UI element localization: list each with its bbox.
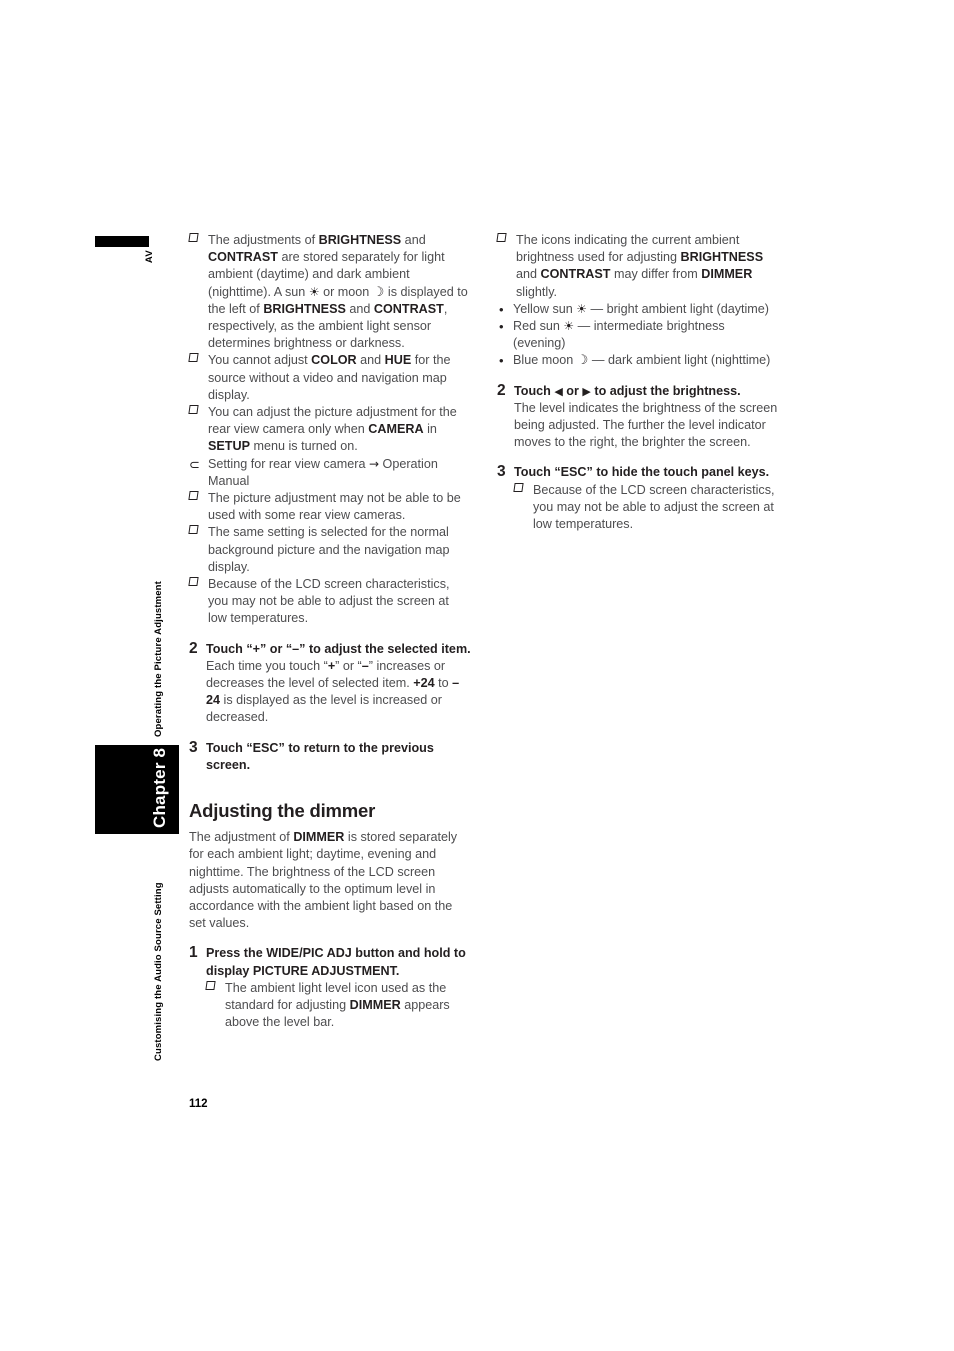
step-right-3: 3 Touch “ESC” to hide the touch panel ke… <box>497 463 779 534</box>
step-number: 2 <box>497 381 506 399</box>
note-item: The adjustments of BRIGHTNESS and CONTRA… <box>188 232 471 352</box>
margin-tab-av: AV <box>144 250 155 264</box>
list-item: • Yellow sun ☀ — bright ambient light (da… <box>499 301 769 317</box>
right-notes-top: The icons indicating the current ambient… <box>496 232 779 301</box>
manual-page: AV Operating the Picture Adjustment Chap… <box>0 0 954 1351</box>
step-title: Touch ◀ or ▶ to adjust the brightness. <box>514 383 741 398</box>
step-number: 3 <box>189 738 198 756</box>
tri-icon: ▶ <box>582 384 591 398</box>
dot-bullet-icon: • <box>499 301 504 317</box>
section-intro: The adjustment of DIMMER is stored separ… <box>189 830 458 931</box>
square-bullet-icon <box>205 980 221 997</box>
right-column: The icons indicating the current ambient… <box>496 232 779 534</box>
running-head-lower: Customising the Audio Source Setting <box>153 882 164 1061</box>
step-notes: The ambient light level icon used as the… <box>205 980 471 1032</box>
dot-bullet-icon: • <box>499 319 504 335</box>
arrow-icon: → <box>368 456 380 471</box>
step-left-3: 3 Touch “ESC” to return to the previous … <box>189 738 471 774</box>
note-item: The same setting is selected for the nor… <box>188 524 471 576</box>
square-bullet-icon <box>188 232 204 249</box>
square-bullet-icon <box>188 576 204 593</box>
note-item: The picture adjustment may not be able t… <box>188 490 471 524</box>
step-number: 3 <box>497 463 506 481</box>
note-item: ⊃ Setting for rear view camera → Operatio… <box>189 456 438 488</box>
step-left-1: 1 Press the WIDE/PIC ADJ button and hold… <box>189 944 471 1032</box>
sun-icon: ☀ <box>308 284 320 299</box>
reference-arrow-icon: ⊃ <box>189 456 200 472</box>
chapter-tab-label: Chapter 8 <box>150 747 169 828</box>
list-item: • Red sun ☀ — intermediate brightness (ev… <box>499 319 725 351</box>
square-bullet-icon <box>496 232 512 249</box>
square-bullet-icon <box>188 490 204 507</box>
step-title: Touch “+” or “–” to adjust the selected … <box>206 641 471 656</box>
square-bullet-icon <box>188 524 204 541</box>
square-bullet-icon <box>513 482 529 499</box>
note-item: You can adjust the picture adjustment fo… <box>188 404 471 456</box>
note-item: You cannot adjust COLOR and HUE for the … <box>188 352 471 404</box>
left-notes-top: The adjustments of BRIGHTNESS and CONTRA… <box>188 232 471 628</box>
step-body: The level indicates the brightness of th… <box>514 400 778 450</box>
sun-icon: ☀ <box>576 301 588 316</box>
step-number: 1 <box>189 944 198 962</box>
sun-icon: ☀ <box>563 319 575 334</box>
dot-bullet-icon: • <box>499 353 504 369</box>
note-item: The icons indicating the current ambient… <box>496 232 779 301</box>
section-heading: Adjusting the dimmer <box>189 800 376 822</box>
left-column: The adjustments of BRIGHTNESS and CONTRA… <box>188 232 471 1032</box>
step-notes: Because of the LCD screen characteristic… <box>513 482 779 534</box>
step-right-2: 2 Touch ◀ or ▶ to adjust the brightness.… <box>497 381 779 452</box>
square-bullet-icon <box>188 404 204 421</box>
step-title: Touch “ESC” to hide the touch panel keys… <box>514 465 770 480</box>
step-number: 2 <box>189 639 198 657</box>
step-left-2: 2 Touch “+” or “–” to adjust the selecte… <box>189 639 471 727</box>
note-item: The ambient light level icon used as the… <box>205 980 471 1032</box>
step-title: Touch “ESC” to return to the previous sc… <box>206 740 434 772</box>
moon-icon: ☽ <box>576 353 589 369</box>
running-head-upper: Operating the Picture Adjustment <box>153 581 164 737</box>
step-title: Press the WIDE/PIC ADJ button and hold t… <box>206 946 466 978</box>
tri-icon: ◀ <box>554 384 563 398</box>
square-bullet-icon <box>188 352 204 369</box>
list-item: • Blue moon ☽ — dark ambient light (night… <box>499 353 771 369</box>
note-item: Because of the LCD screen characteristic… <box>513 482 779 534</box>
moon-icon: ☽ <box>372 284 385 300</box>
note-item: Because of the LCD screen characteristic… <box>188 576 471 628</box>
step-body: Each time you touch “+” or “–” increases… <box>206 658 460 725</box>
margin-rule-bar <box>95 236 149 247</box>
page-number: 112 <box>189 1098 208 1110</box>
ambient-icon-list: • Yellow sun ☀ — bright ambient light (da… <box>497 301 779 370</box>
